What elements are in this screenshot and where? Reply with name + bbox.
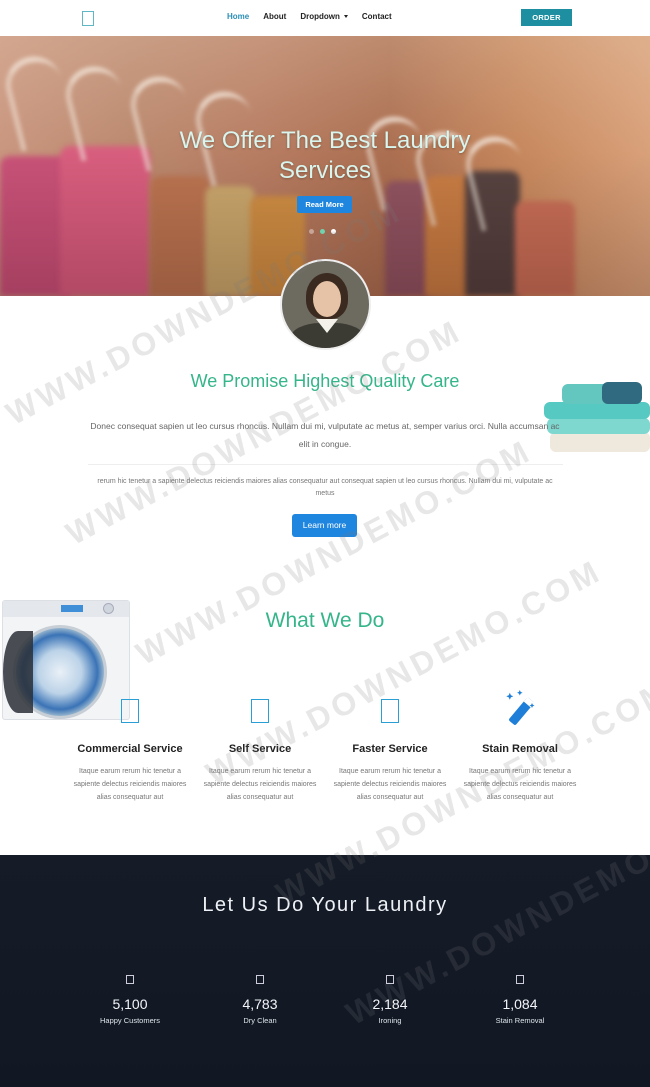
slider-dot-active[interactable] (331, 229, 336, 234)
document-icon (251, 699, 269, 723)
stat-label: Ironing (378, 1016, 402, 1025)
slider-dots (309, 229, 336, 234)
chevron-down-icon (343, 15, 348, 19)
slider-dot[interactable] (320, 229, 325, 234)
nav-menu: Home About Dropdown Contact (227, 12, 406, 21)
service-name: Faster Service (352, 743, 428, 755)
service-card: Self Service Itaque earum rerum hic tene… (195, 690, 325, 804)
magic-wand-icon (500, 690, 540, 730)
divider (88, 464, 563, 465)
service-description: Itaque earum rerum hic tenetur a sapient… (333, 768, 447, 801)
service-description: Itaque earum rerum hic tenetur a sapient… (203, 768, 317, 801)
hero-title: We Offer The Best Laundry Services (0, 126, 650, 186)
hero-slider: We Offer The Best Laundry Services Read … (0, 36, 650, 296)
washer-open-lid (3, 631, 33, 713)
promise-text: Donec consequat sapien ut leo cursus rho… (90, 421, 560, 449)
navbar: Home About Dropdown Contact ORDER (0, 0, 650, 36)
order-button[interactable]: ORDER (521, 9, 572, 26)
service-card: Faster Service Itaque earum rerum hic te… (325, 690, 455, 804)
stats-title: Let Us Do Your Laundry (202, 894, 448, 916)
stats-section (0, 855, 650, 1087)
watermark: WWW.DOWNDEMO.COM (130, 432, 538, 672)
stat-item: 5,100 Happy Customers (65, 975, 195, 1025)
service-description: Itaque earum rerum hic tenetur a sapient… (73, 768, 187, 801)
nav-link-about[interactable]: About (263, 12, 286, 21)
stat-icon (126, 975, 134, 984)
stat-value: 2,184 (372, 996, 408, 1012)
avatar (280, 259, 371, 350)
stat-icon (516, 975, 524, 984)
service-description: Itaque earum rerum hic tenetur a sapient… (463, 768, 577, 801)
stat-label: Dry Clean (243, 1016, 277, 1025)
logo-icon[interactable] (82, 11, 94, 26)
document-icon (381, 699, 399, 723)
towel (602, 382, 642, 404)
service-name: Commercial Service (77, 743, 183, 755)
avatar-face (313, 281, 341, 317)
stat-icon (386, 975, 394, 984)
towel (550, 432, 650, 452)
towel (547, 418, 650, 434)
stat-icon (256, 975, 264, 984)
stat-value: 1,084 (502, 996, 538, 1012)
read-more-button[interactable]: Read More (297, 196, 352, 213)
stat-value: 5,100 (112, 996, 148, 1012)
nav-link-dropdown-label: Dropdown (300, 12, 340, 21)
promise-subtext: rerum hic tenetur a sapiente delectus re… (97, 478, 553, 497)
hero-title-line1: We Offer The Best Laundry (179, 127, 471, 154)
service-card: Stain Removal Itaque earum rerum hic ten… (455, 690, 585, 804)
stat-item: 2,184 Ironing (325, 975, 455, 1025)
slider-dot[interactable] (309, 229, 314, 234)
hero-title-line2: Services (278, 157, 372, 184)
document-icon (121, 699, 139, 723)
service-name: Stain Removal (482, 743, 558, 755)
stat-value: 4,783 (242, 996, 278, 1012)
stat-item: 1,084 Stain Removal (455, 975, 585, 1025)
stat-label: Happy Customers (99, 1016, 161, 1025)
nav-link-dropdown[interactable]: Dropdown (300, 12, 348, 21)
nav-link-home[interactable]: Home (227, 12, 249, 21)
stat-label: Stain Removal (495, 1016, 545, 1025)
service-card: Commercial Service Itaque earum rerum hi… (65, 690, 195, 804)
what-we-do-title: What We Do (265, 609, 385, 632)
stat-item: 4,783 Dry Clean (195, 975, 325, 1025)
nav-link-contact[interactable]: Contact (362, 12, 392, 21)
service-name: Self Service (228, 743, 292, 755)
learn-more-button[interactable]: Learn more (292, 514, 357, 537)
